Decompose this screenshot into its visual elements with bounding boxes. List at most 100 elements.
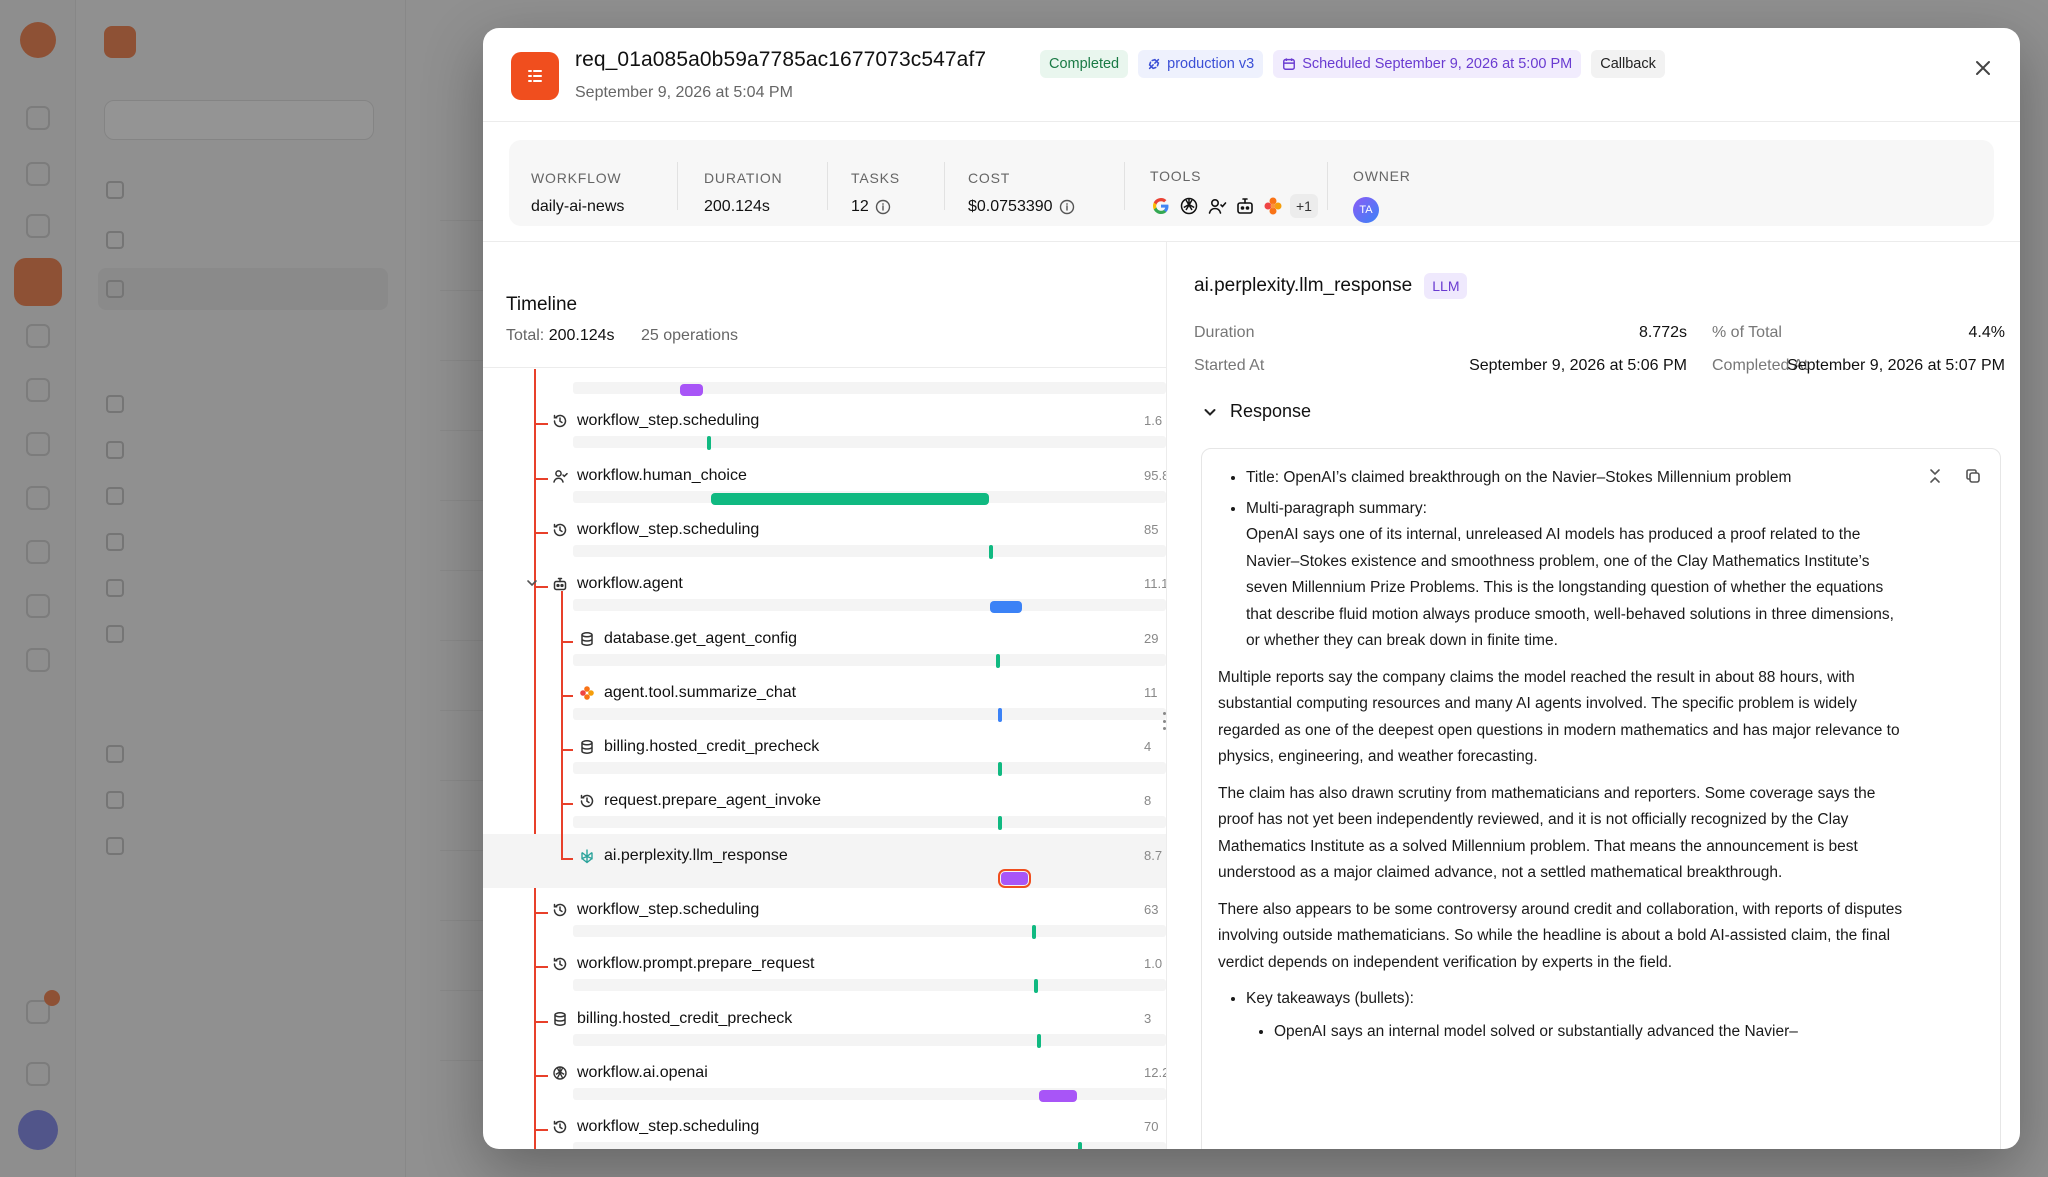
- timeline-row[interactable]: agent.tool.summarize_chat 11: [483, 671, 1166, 725]
- response-bullet: Multi-paragraph summary: OpenAI says one…: [1246, 496, 1908, 655]
- info-icon[interactable]: [1059, 199, 1075, 215]
- timeline-row-duration: 1.6: [1144, 413, 1163, 429]
- openai-icon[interactable]: [1178, 195, 1200, 217]
- timeline-row[interactable]: billing.hosted_credit_precheck 3: [483, 997, 1166, 1051]
- timeline-bar[interactable]: [996, 653, 1001, 668]
- timeline-row[interactable]: workflow_step.scheduling 85: [483, 508, 1166, 562]
- timeline-row-duration: 4: [1144, 739, 1152, 755]
- response-paragraph: The claim has also drawn scrutiny from m…: [1218, 784, 1876, 882]
- tools-list: +1: [1150, 194, 1318, 218]
- timeline-row-duration: 85: [1144, 521, 1159, 537]
- timeline-row[interactable]: workflow.ai.openai 12.2: [483, 1051, 1166, 1105]
- span-name: ai.perplexity.llm_response: [1194, 275, 1413, 296]
- clock-icon: [578, 792, 596, 810]
- timeline-bar[interactable]: [1039, 1089, 1078, 1102]
- timeline-row-duration: 11.1: [1144, 576, 1166, 592]
- timeline-bar[interactable]: [679, 384, 704, 396]
- timeline-bar[interactable]: [710, 492, 990, 505]
- timeline-bar[interactable]: [997, 762, 1002, 777]
- workflow-value[interactable]: daily-ai-news: [531, 198, 624, 216]
- timeline-bar[interactable]: [998, 868, 1032, 888]
- human-icon[interactable]: [1206, 195, 1228, 217]
- close-icon: [1976, 61, 1990, 75]
- timeline-row[interactable]: workflow.agent 11.1: [483, 562, 1166, 616]
- timeline-row-name: workflow.prompt.prepare_request: [577, 955, 815, 973]
- timeline-list: workflow_step.scheduling 1.6 workflow.huma…: [483, 369, 1166, 1149]
- timeline-row-label: workflow.prompt.prepare_request: [551, 955, 814, 973]
- response-section-toggle[interactable]: Response: [1202, 401, 1311, 422]
- environment-label: production v3: [1167, 56, 1255, 72]
- timeline-row[interactable]: workflow_step.scheduling 1.6: [483, 399, 1166, 453]
- timeline-row-label: workflow_step.scheduling: [551, 901, 759, 919]
- claude-icon[interactable]: [1262, 195, 1284, 217]
- environment-badge[interactable]: production v3: [1138, 50, 1264, 78]
- cost-amount: $0.0753390: [968, 198, 1053, 215]
- panel-resize-handle[interactable]: [1160, 712, 1168, 730]
- copy-button[interactable]: [1964, 467, 1982, 490]
- owner-avatar[interactable]: TA: [1353, 197, 1379, 223]
- timeline-row-name: agent.tool.summarize_chat: [604, 683, 797, 701]
- timeline-row[interactable]: [483, 369, 1166, 399]
- summary-tools: TOOLS +1: [1126, 140, 1318, 226]
- database-icon: [578, 738, 596, 756]
- timeline-bar[interactable]: [990, 601, 1023, 614]
- timeline-bar[interactable]: [997, 816, 1002, 831]
- timeline-row[interactable]: database.get_agent_config 29: [483, 617, 1166, 671]
- close-button[interactable]: [1967, 52, 1999, 84]
- span-detail-title: ai.perplexity.llm_response LLM: [1194, 273, 1468, 299]
- timeline-track: [573, 436, 1166, 449]
- response-text: Title: OpenAI’s claimed breakthrough on …: [1218, 465, 1908, 1049]
- timeline-row[interactable]: ai.perplexity.llm_response 8.7: [483, 833, 1166, 888]
- timeline-bar[interactable]: [997, 707, 1002, 722]
- timeline-row[interactable]: workflow.human_choice 95.8: [483, 454, 1166, 508]
- clock-icon: [551, 521, 569, 539]
- agent-icon[interactable]: [1234, 195, 1256, 217]
- timeline-row[interactable]: request.prepare_agent_invoke 8: [483, 779, 1166, 833]
- timeline-row-label: ai.perplexity.llm_response: [578, 847, 788, 865]
- response-content[interactable]: Title: OpenAI’s claimed breakthrough on …: [1201, 448, 2001, 1149]
- timeline-track: [573, 1087, 1166, 1100]
- timeline-row-label: request.prepare_agent_invoke: [578, 792, 821, 810]
- timeline-row[interactable]: workflow.prompt.prepare_request 1.0: [483, 942, 1166, 996]
- tree-connector: [534, 531, 548, 534]
- timeline-row-duration: 29: [1144, 630, 1159, 646]
- tools-more-badge[interactable]: +1: [1290, 194, 1318, 218]
- agent-icon: [551, 575, 569, 593]
- duration-value: 200.124s: [704, 198, 770, 215]
- modal-header: req_01a085a0b59a7785ac1677073c547af7 Sep…: [483, 28, 2020, 122]
- timeline-row-duration: 11: [1144, 684, 1158, 700]
- timeline-row[interactable]: billing.hosted_credit_precheck 4: [483, 725, 1166, 779]
- timeline-row-name: database.get_agent_config: [604, 629, 798, 647]
- timeline-bar[interactable]: [1078, 1142, 1083, 1149]
- detail-duration-value: 8.772s: [1638, 324, 1687, 341]
- timeline-row-duration: 8.7: [1144, 847, 1163, 863]
- timeline-bar[interactable]: [1034, 979, 1039, 994]
- detail-pct-label: % of Total: [1712, 324, 1782, 341]
- info-icon[interactable]: [875, 199, 891, 215]
- timeline-row-duration: 3: [1144, 1010, 1152, 1026]
- request-id-title: req_01a085a0b59a7785ac1677073c547af7: [575, 48, 987, 71]
- database-icon: [578, 630, 596, 648]
- timeline-bar[interactable]: [1031, 925, 1036, 939]
- timeline-bar[interactable]: [1036, 1033, 1041, 1048]
- clock-icon: [551, 955, 569, 973]
- response-toolbar: [1926, 467, 1982, 490]
- timeline-track: [573, 762, 1166, 775]
- timeline-row-duration: 70: [1144, 1119, 1159, 1135]
- timeline-row[interactable]: workflow_step.scheduling 63: [483, 888, 1166, 942]
- span-type-badge: LLM: [1424, 273, 1468, 299]
- openai-icon: [551, 1064, 569, 1082]
- tree-connector: [534, 966, 548, 969]
- tree-line-nested: [561, 590, 563, 858]
- timeline-row-duration: 63: [1144, 902, 1159, 917]
- timeline-track: [573, 1142, 1166, 1149]
- timeline-track: [573, 979, 1166, 992]
- timeline-bar[interactable]: [707, 436, 712, 451]
- summary-tasks: TASKS 12: [829, 140, 929, 226]
- google-icon[interactable]: [1150, 195, 1172, 217]
- timeline-bar[interactable]: [989, 544, 994, 559]
- timeline-total-value: 200.124s: [548, 327, 615, 344]
- timeline-row[interactable]: workflow_step.scheduling 70: [483, 1105, 1166, 1149]
- tree-connector: [534, 423, 548, 426]
- collapse-button[interactable]: [1926, 467, 1944, 490]
